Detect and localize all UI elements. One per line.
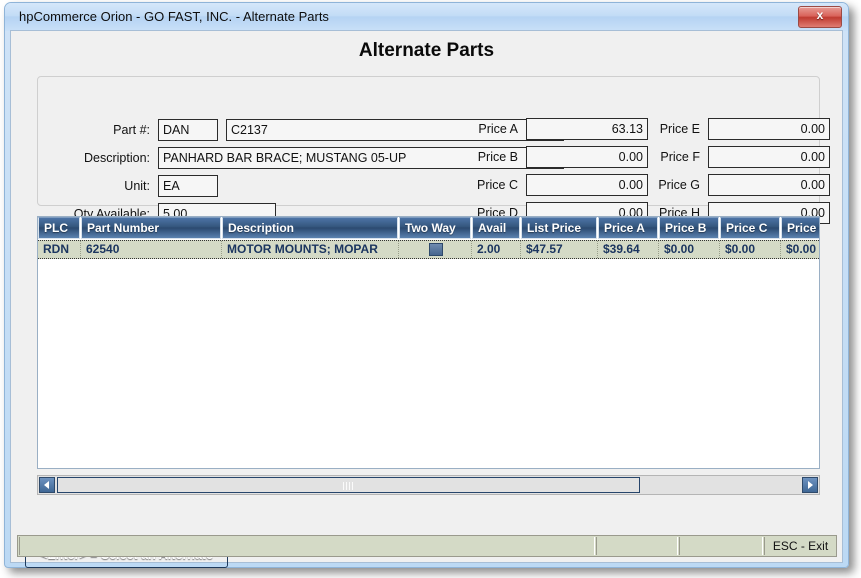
cell-price-b: $0.00 (659, 241, 720, 258)
cell-price-d: $0.00 (781, 241, 819, 258)
client-area: Alternate Parts Part #: DAN C2137 Descri… (10, 30, 843, 568)
part-prefix-input[interactable]: DAN (158, 119, 218, 141)
price-a-label: Price A (478, 122, 518, 136)
status-segment-2 (596, 537, 678, 555)
page-title: Alternate Parts (358, 40, 495, 61)
description-label: Description: (84, 151, 150, 165)
cell-two-way (399, 241, 472, 258)
status-segment-1 (19, 537, 595, 555)
close-button[interactable]: x (798, 6, 842, 28)
part-number-label: Part #: (113, 123, 150, 137)
column-header-two-way[interactable]: Two Way (399, 217, 471, 239)
unit-input[interactable]: EA (158, 175, 218, 197)
column-header-part-number[interactable]: Part Number (81, 217, 221, 239)
column-header-list-price[interactable]: List Price (521, 217, 597, 239)
cell-list-price: $47.57 (521, 241, 598, 258)
price-f-label: Price F (660, 150, 700, 164)
grid-horizontal-scrollbar[interactable] (37, 475, 820, 495)
price-e-input[interactable]: 0.00 (708, 118, 830, 140)
status-segment-3 (679, 537, 763, 555)
cell-price-c: $0.00 (720, 241, 781, 258)
cell-price-a: $39.64 (598, 241, 659, 258)
application-window: hpCommerce Orion - GO FAST, INC. - Alter… (4, 2, 849, 568)
scroll-right-arrow-icon[interactable] (802, 477, 818, 493)
scroll-left-arrow-icon[interactable] (39, 477, 55, 493)
window-title: hpCommerce Orion - GO FAST, INC. - Alter… (19, 9, 329, 24)
scrollbar-thumb[interactable] (57, 477, 640, 493)
status-bar: ESC - Exit (17, 535, 837, 557)
title-bar: hpCommerce Orion - GO FAST, INC. - Alter… (5, 3, 848, 31)
price-b-label: Price B (477, 150, 518, 164)
column-header-avail[interactable]: Avail (472, 217, 520, 239)
cell-avail: 2.00 (472, 241, 521, 258)
column-header-plc[interactable]: PLC (38, 217, 80, 239)
price-c-label: Price C (477, 178, 518, 192)
status-exit-hint: ESC - Exit (764, 537, 836, 555)
part-detail-panel: Part #: DAN C2137 Description: PANHARD B… (37, 76, 830, 225)
cell-part-number: 62540 (81, 241, 222, 258)
triangle-right-icon (808, 481, 813, 489)
scrollbar-grip-icon (342, 482, 355, 490)
cell-description: MOTOR MOUNTS; MOPAR (222, 241, 399, 258)
cell-plc: RDN (38, 241, 81, 258)
unit-label: Unit: (124, 179, 150, 193)
column-header-price-d[interactable]: Price D (781, 217, 819, 239)
column-header-price-c[interactable]: Price C (720, 217, 780, 239)
price-g-input[interactable]: 0.00 (708, 174, 830, 196)
close-icon: x (816, 8, 824, 22)
two-way-checkbox-icon[interactable] (429, 243, 443, 256)
table-row[interactable]: RDN 62540 MOTOR MOUNTS; MOPAR 2.00 $47.5… (38, 240, 819, 259)
price-g-label: Price G (658, 178, 700, 192)
price-f-input[interactable]: 0.00 (708, 146, 830, 168)
triangle-left-icon (44, 481, 49, 489)
column-header-price-b[interactable]: Price B (659, 217, 719, 239)
grid-header-row: PLC Part Number Description Two Way Avai… (38, 217, 819, 239)
alternate-parts-grid: PLC Part Number Description Two Way Avai… (37, 216, 820, 469)
price-e-label: Price E (659, 122, 700, 136)
column-header-description[interactable]: Description (222, 217, 398, 239)
column-header-price-a[interactable]: Price A (598, 217, 658, 239)
